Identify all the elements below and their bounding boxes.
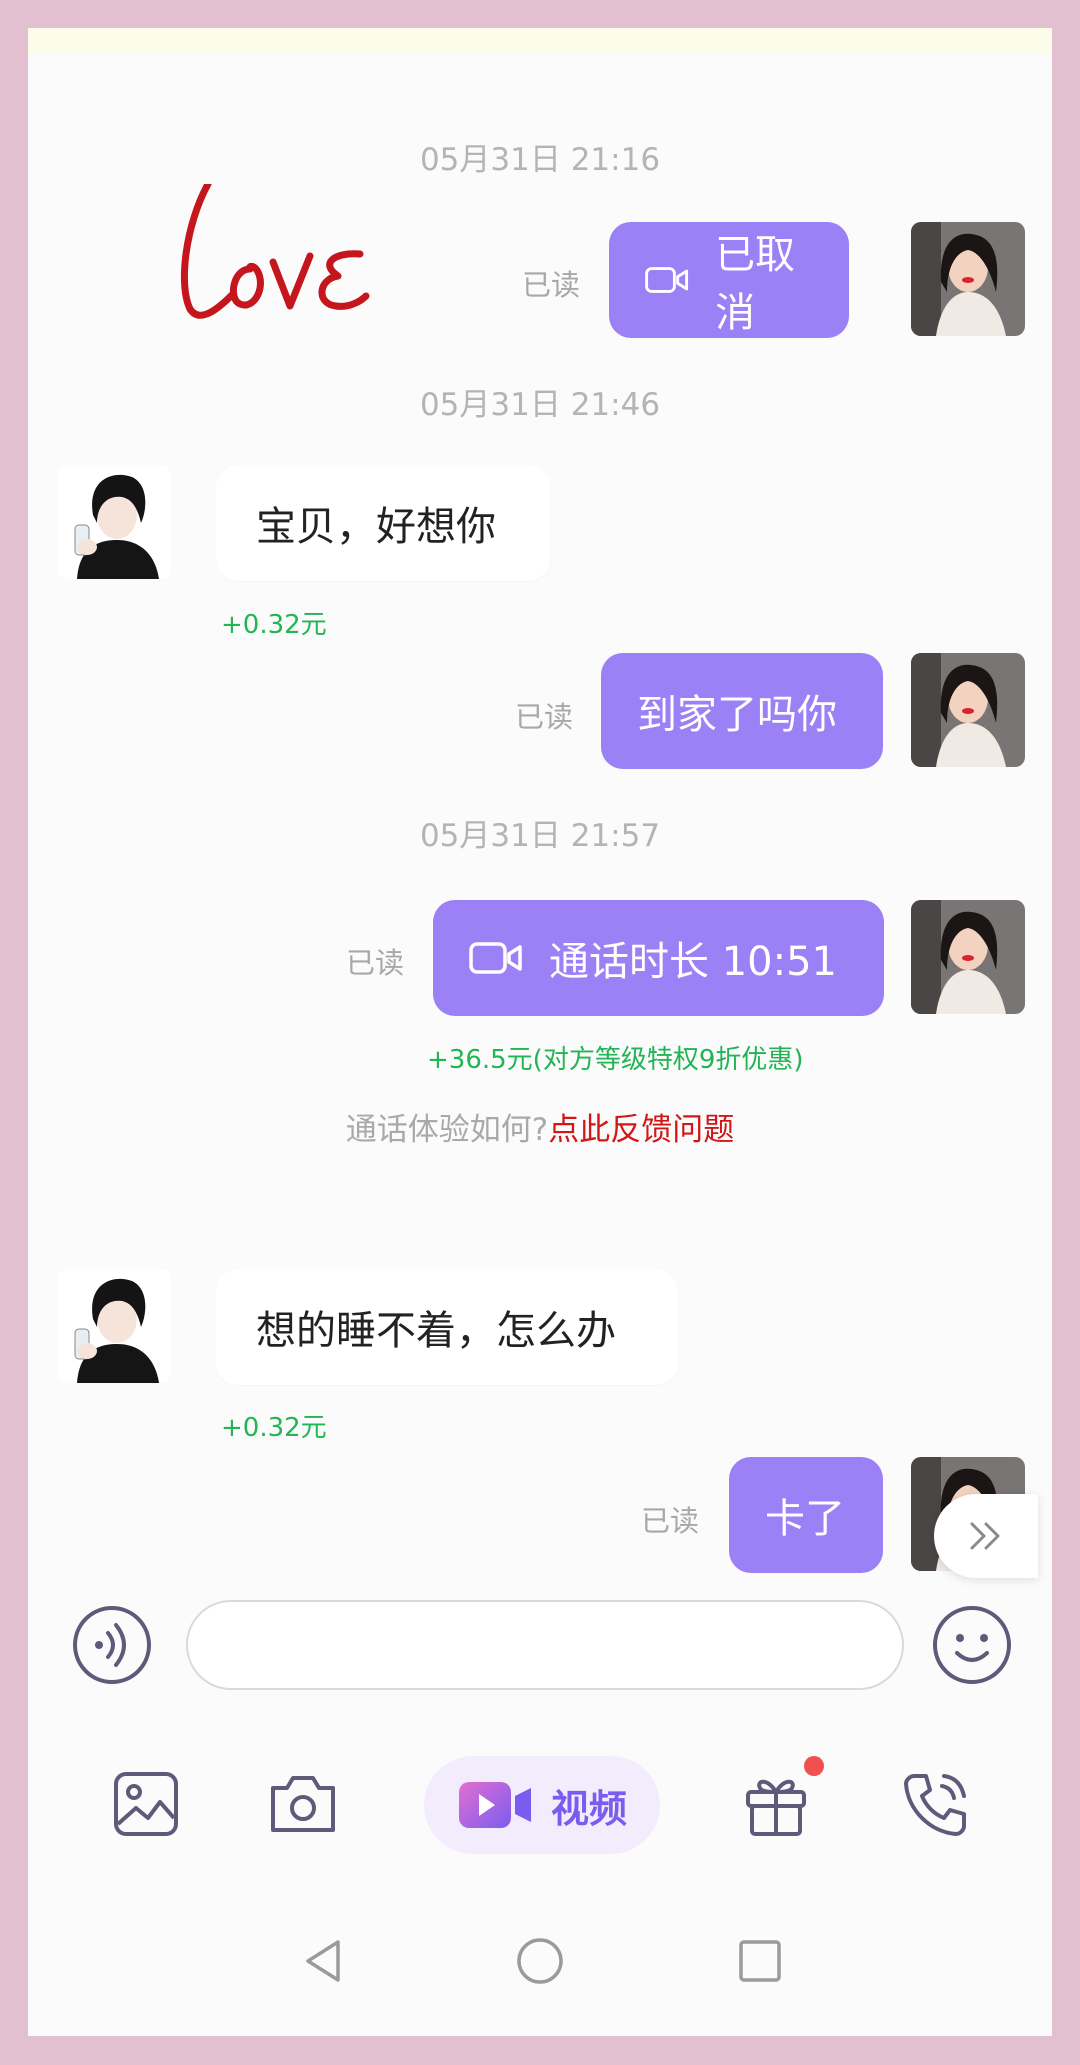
- image-icon: [114, 1772, 178, 1836]
- video-call-icon: [469, 942, 522, 974]
- phone-screen: 05月31日 21:16 已读 已取消 05月31日 21:46 宝贝，好想你 …: [28, 28, 1052, 2036]
- earning-amount: +0.32元: [221, 1413, 327, 1443]
- status-strip: [28, 28, 1052, 54]
- message-text: 卡了: [765, 1496, 845, 1542]
- voice-wave-icon: [73, 1606, 151, 1684]
- video-call-label: 视频: [550, 1786, 627, 1831]
- voice-input-button[interactable]: [72, 1605, 152, 1685]
- phone-call-icon: [904, 1774, 966, 1836]
- camera-button[interactable]: [263, 1764, 343, 1844]
- read-receipt: 已读: [641, 1504, 700, 1538]
- voice-call-button[interactable]: [896, 1764, 976, 1844]
- smiley-icon: [933, 1606, 1011, 1684]
- timestamp: 05月31日 21:46: [419, 387, 661, 423]
- incoming-message[interactable]: 想的睡不着，怎么办: [216, 1269, 678, 1385]
- read-receipt: 已读: [346, 946, 405, 980]
- outgoing-message[interactable]: 卡了: [729, 1457, 883, 1573]
- video-call-icon: [645, 267, 689, 293]
- call-status: 已取消: [715, 232, 796, 336]
- love-sticker: [180, 184, 370, 319]
- camera-icon: [271, 1776, 335, 1832]
- video-call-bubble[interactable]: 已取消: [609, 222, 849, 338]
- message-text: 想的睡不着，怎么办: [256, 1308, 616, 1354]
- emoji-button[interactable]: [932, 1605, 1012, 1685]
- my-avatar[interactable]: [911, 653, 1025, 767]
- expand-more-button[interactable]: [934, 1494, 1038, 1578]
- contact-avatar[interactable]: [57, 465, 171, 579]
- timestamp: 05月31日 21:16: [419, 142, 661, 178]
- video-camera-icon: [458, 1782, 531, 1828]
- call-duration: 通话时长 10:51: [549, 939, 837, 985]
- message-text: 到家了吗你: [637, 692, 837, 738]
- earning-amount: +0.32元: [221, 610, 327, 640]
- incoming-message[interactable]: 宝贝，好想你: [216, 465, 550, 581]
- double-chevron-right-icon: [970, 1522, 1000, 1550]
- message-input-bar: [28, 1600, 1052, 1724]
- message-text: 宝贝，好想你: [256, 504, 496, 550]
- gift-notification-badge: [804, 1756, 824, 1776]
- feedback-link[interactable]: 点此反馈问题: [548, 1112, 734, 1148]
- call-feedback-prompt: 通话体验如何?点此反馈问题: [28, 1104, 1052, 1149]
- my-avatar[interactable]: [911, 222, 1025, 336]
- timestamp: 05月31日 21:57: [419, 818, 661, 854]
- outgoing-message[interactable]: 到家了吗你: [601, 653, 883, 769]
- read-receipt: 已读: [522, 268, 581, 302]
- earning-amount: +36.5元(对方等级特权9折优惠): [427, 1045, 804, 1075]
- contact-avatar[interactable]: [57, 1269, 171, 1383]
- feedback-question: 通话体验如何?: [345, 1112, 549, 1148]
- chat-messages[interactable]: 05月31日 21:16 已读 已取消 05月31日 21:46 宝贝，好想你 …: [28, 54, 1052, 1600]
- chat-toolbar: 视频: [28, 1750, 1052, 1860]
- video-call-bubble[interactable]: 通话时长 10:51: [433, 900, 884, 1016]
- circle-home-icon[interactable]: [515, 1936, 565, 1986]
- square-recent-icon[interactable]: [735, 1936, 785, 1986]
- gift-button[interactable]: [736, 1764, 816, 1844]
- message-input[interactable]: [186, 1600, 904, 1690]
- video-call-button[interactable]: 视频: [424, 1756, 660, 1854]
- send-image-button[interactable]: [106, 1764, 186, 1844]
- system-navigation-bar: [28, 1928, 1052, 1998]
- read-receipt: 已读: [515, 700, 574, 734]
- triangle-back-icon[interactable]: [298, 1936, 348, 1986]
- my-avatar[interactable]: [911, 900, 1025, 1014]
- gift-icon: [746, 1779, 806, 1836]
